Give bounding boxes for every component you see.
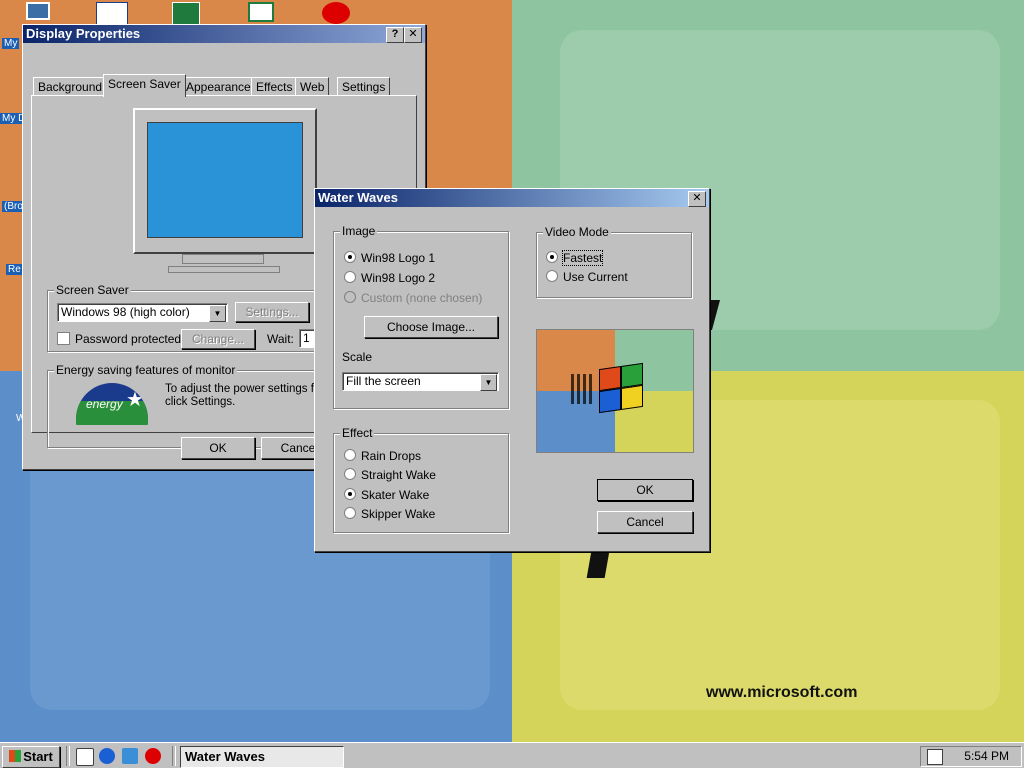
radio-label: Skipper Wake xyxy=(361,507,436,521)
divider xyxy=(172,746,176,766)
radio-win98-logo-2[interactable]: Win98 Logo 2 xyxy=(344,271,435,285)
radio-label: Skater Wake xyxy=(361,488,430,502)
taskbar-button-water-waves[interactable]: Water Waves xyxy=(180,746,344,768)
scheduler-icon[interactable] xyxy=(248,2,274,22)
opera-icon[interactable] xyxy=(145,748,161,764)
window-title: Display Properties xyxy=(26,26,141,41)
show-desktop-icon[interactable] xyxy=(76,748,94,766)
start-button[interactable]: Start xyxy=(2,746,60,768)
tab-settings[interactable]: Settings xyxy=(337,77,391,96)
change-password-button[interactable]: Change... xyxy=(181,329,255,349)
wait-label: Wait: xyxy=(267,332,294,346)
image-group-label: Image xyxy=(340,224,378,238)
scheduler-tray-icon[interactable] xyxy=(927,749,943,765)
tab-screen-saver[interactable]: Screen Saver xyxy=(103,74,186,97)
radio-label: Straight Wake xyxy=(361,468,436,482)
close-button[interactable]: ✕ xyxy=(404,27,422,43)
screen-saver-value: Windows 98 (high color) xyxy=(61,305,190,319)
cancel-button[interactable]: Cancel xyxy=(597,511,693,533)
system-tray: 5:54 PM xyxy=(920,746,1022,767)
start-label: Start xyxy=(23,749,53,764)
water-waves-titlebar[interactable]: Water Waves ✕ xyxy=(315,189,709,207)
water-waves-dialog: Water Waves ✕ Image Win98 Logo 1 Win98 L… xyxy=(314,188,710,552)
checkbox-box[interactable] xyxy=(57,332,70,345)
screen-saver-select[interactable]: Windows 98 (high color) ▼ xyxy=(57,303,228,322)
monitor-base xyxy=(168,266,280,273)
energy-star-logo: energy ★ xyxy=(76,383,148,425)
effect-group: Effect Rain Drops Straight Wake Skater W… xyxy=(333,426,509,533)
desktop-icon-label[interactable]: My xyxy=(2,38,20,49)
choose-image-button[interactable]: Choose Image... xyxy=(364,316,498,338)
chevron-down-icon[interactable]: ▼ xyxy=(480,374,497,391)
password-protected-checkbox[interactable]: Password protected xyxy=(57,332,181,346)
video-mode-group: Video Mode Fastest Use Current xyxy=(536,225,692,298)
image-preview xyxy=(536,329,694,453)
dialog-title: Water Waves xyxy=(318,190,398,205)
star-icon: ★ xyxy=(126,389,144,411)
tab-appearance[interactable]: Appearance xyxy=(181,77,256,96)
image-group: Image Win98 Logo 1 Win98 Logo 2 Custom (… xyxy=(333,224,509,409)
internet-explorer-icon[interactable] xyxy=(99,748,115,764)
tab-web[interactable]: Web xyxy=(295,77,330,96)
radio-win98-logo-1[interactable]: Win98 Logo 1 xyxy=(344,251,435,265)
radio-straight-wake[interactable]: Straight Wake xyxy=(344,468,436,482)
excel-icon[interactable] xyxy=(172,2,200,26)
my-computer-icon[interactable] xyxy=(26,2,50,20)
radio-fastest[interactable]: Fastest xyxy=(546,250,604,266)
ok-button[interactable]: OK xyxy=(597,479,693,501)
radio-label: Fastest xyxy=(561,250,604,266)
tab-background[interactable]: Background xyxy=(33,77,108,96)
radio-rain-drops[interactable]: Rain Drops xyxy=(344,449,421,463)
chevron-down-icon[interactable]: ▼ xyxy=(209,305,226,322)
opera-icon[interactable] xyxy=(322,2,350,24)
clock[interactable]: 5:54 PM xyxy=(964,747,1009,766)
radio-label: Use Current xyxy=(563,270,628,284)
radio-custom-image[interactable]: Custom (none chosen) xyxy=(344,291,482,305)
help-button[interactable]: ? xyxy=(386,27,404,43)
radio-skipper-wake[interactable]: Skipper Wake xyxy=(344,507,435,521)
scale-select[interactable]: Fill the screen ▼ xyxy=(342,372,499,391)
windows-flag-icon xyxy=(9,750,22,762)
taskbar: Start Water Waves 5:54 PM xyxy=(0,742,1024,768)
video-mode-group-label: Video Mode xyxy=(543,225,611,239)
energy-group-label: Energy saving features of monitor xyxy=(54,363,238,377)
radio-use-current[interactable]: Use Current xyxy=(546,270,628,284)
radio-label: Win98 Logo 1 xyxy=(361,251,436,265)
desktop-icon-label[interactable]: Re xyxy=(6,264,23,275)
tab-effects[interactable]: Effects xyxy=(251,77,298,96)
monitor-preview xyxy=(133,108,317,254)
monitor-screen xyxy=(147,122,303,238)
close-button[interactable]: ✕ xyxy=(688,191,706,207)
wait-value: 1 xyxy=(303,331,310,345)
ok-button[interactable]: OK xyxy=(181,437,255,459)
monitor-stand xyxy=(182,254,264,264)
scale-value: Fill the screen xyxy=(346,374,421,388)
scale-label: Scale xyxy=(342,350,373,364)
screen-saver-settings-button[interactable]: Settings... xyxy=(235,302,309,322)
radio-label: Win98 Logo 2 xyxy=(361,271,436,285)
divider xyxy=(66,746,70,766)
radio-label: Rain Drops xyxy=(361,449,422,463)
energy-description: To adjust the power settings for click S… xyxy=(165,383,324,408)
effect-group-label: Effect xyxy=(340,426,375,440)
radio-skater-wake[interactable]: Skater Wake xyxy=(344,488,429,502)
screen-saver-group-label: Screen Saver xyxy=(54,283,131,297)
password-protected-label: Password protected xyxy=(75,332,182,346)
wallpaper-url-text: www.microsoft.com xyxy=(706,684,858,701)
display-properties-titlebar[interactable]: Display Properties ? ✕ xyxy=(23,25,425,43)
outlook-express-icon[interactable] xyxy=(122,748,138,764)
windows-logo-icon xyxy=(599,362,643,415)
outlook-icon[interactable] xyxy=(96,2,128,26)
radio-label: Custom (none chosen) xyxy=(361,291,483,305)
energy-logo-text: energy xyxy=(86,397,123,411)
